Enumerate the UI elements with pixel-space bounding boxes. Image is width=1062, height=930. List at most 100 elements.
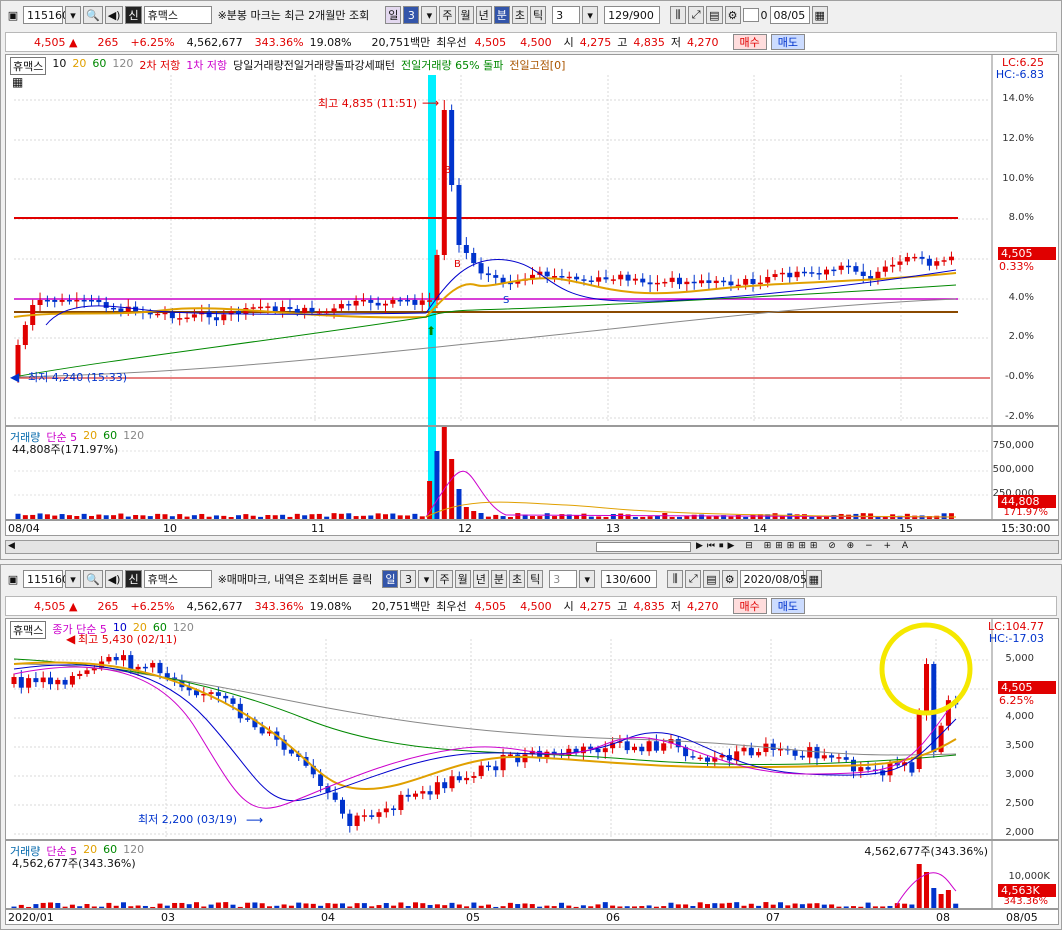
period-tick[interactable]: 틱 (530, 6, 547, 24)
stock-name-field[interactable]: 휴맥스 (143, 6, 212, 24)
interval-dropdown[interactable]: ▾ (579, 570, 596, 588)
date-input[interactable]: 08/05 (769, 6, 810, 24)
top-scrollbar[interactable]: ◀ ▶⏮⏹▶ ⊟ ⊞⊞⊞⊞⊞ ⊘ ⊕ − + A (5, 540, 1059, 554)
vol-bar-106 (785, 905, 791, 908)
vol-bar-72 (544, 513, 550, 519)
checkbox[interactable] (742, 8, 759, 22)
scroll-thumb[interactable] (596, 542, 691, 552)
vol-value-label: 44,808주(171.97%) (12, 443, 119, 456)
bottom-price-chart[interactable]: ◀ ⟶ 휴맥스 종가 단순 5 10 20 60 120 LC:104.77 HC… (5, 618, 1059, 840)
scroll-controls[interactable]: ▶⏮⏹▶ ⊟ ⊞⊞⊞⊞⊞ ⊘ ⊕ − + A (696, 541, 912, 551)
period-dropdown[interactable]: ▾ (418, 570, 435, 588)
y-tick-6: 2,000 (1005, 827, 1034, 838)
period-second[interactable]: 초 (511, 6, 528, 24)
calendar-icon[interactable]: ▦ (805, 570, 823, 588)
save-icon[interactable]: ▤ (703, 570, 720, 588)
candle-body-9 (77, 673, 83, 676)
vol-bar-79 (588, 906, 594, 908)
vol-bar-9 (81, 513, 87, 519)
period-day[interactable]: 일 (382, 570, 399, 588)
vol-bar-3 (37, 513, 43, 519)
change-amount: 265 (97, 599, 119, 613)
stock-code-input[interactable]: 115160 (23, 6, 69, 24)
line-tool-icon[interactable]: ⤢ (685, 570, 702, 588)
line-tool-icon[interactable]: ⤢ (688, 6, 705, 24)
date-input[interactable]: 2020/08/05 (739, 570, 807, 588)
vol-bar-75 (559, 902, 564, 908)
vol-bar-66 (500, 516, 506, 519)
sell-button[interactable]: 매도 (770, 598, 806, 614)
period-second[interactable]: 초 (508, 570, 526, 588)
interval-input[interactable]: 3 (552, 6, 581, 24)
candle-body-6 (59, 300, 65, 302)
bottom-volume-chart[interactable]: 거래량 단순 5 20 60 120 4,562,677주(343.36%) 4… (5, 840, 1059, 909)
gear-icon[interactable]: ⚙ (724, 6, 741, 24)
period-year[interactable]: 년 (472, 570, 489, 588)
buy-button[interactable]: 매수 (732, 34, 767, 50)
candle-body-5 (48, 677, 53, 685)
candle-body-65 (486, 765, 491, 768)
period-month[interactable]: 월 (454, 570, 471, 588)
period-month[interactable]: 월 (457, 6, 474, 24)
legend-stock-name[interactable]: 휴맥스 (10, 621, 47, 639)
vol-bar-23 (184, 516, 190, 519)
interval-input[interactable]: 3 (549, 570, 578, 588)
vol-bar-99 (734, 902, 740, 908)
period-day[interactable]: 일 (385, 6, 402, 24)
vol-bar-81 (602, 902, 608, 908)
period-minute[interactable]: 분 (490, 570, 507, 588)
sell-mark-s: S (503, 295, 509, 306)
notice-text: ※분봉 마크는 최근 2개월만 조회 (217, 9, 370, 22)
period-multiplier[interactable]: 3 (403, 6, 420, 24)
code-dropdown-button[interactable]: ▾ (65, 570, 81, 588)
buy-button[interactable]: 매수 (732, 598, 767, 614)
period-year[interactable]: 년 (475, 6, 492, 24)
candle-body-110 (814, 747, 820, 759)
stock-code-input[interactable]: 115160 (23, 570, 69, 588)
up-arrow-mark: ⬆ (426, 324, 436, 338)
count-field[interactable]: 130/600 (601, 570, 658, 588)
speaker-icon[interactable]: ◀) (104, 6, 124, 24)
stock-name-field[interactable]: 휴맥스 (143, 570, 212, 588)
gear-icon[interactable]: ⚙ (721, 570, 738, 588)
period-minute[interactable]: 분 (493, 6, 510, 24)
candle-body-33 (258, 306, 264, 309)
scroll-left-icon[interactable]: ◀ (8, 541, 15, 551)
code-dropdown-button[interactable]: ▾ (65, 6, 81, 24)
sell-button[interactable]: 매도 (770, 34, 806, 50)
save-icon[interactable]: ▤ (706, 6, 723, 24)
vol-bar-88 (653, 906, 659, 908)
search-icon[interactable]: 🔍 (83, 570, 103, 588)
search-icon[interactable]: 🔍 (83, 6, 103, 24)
period-week[interactable]: 주 (436, 570, 453, 588)
vol-bar-97 (728, 516, 734, 519)
vol-bar-34 (265, 515, 271, 519)
high-label: 고 (617, 36, 628, 49)
top-price-chart[interactable]: B B S ⬆ ◀ ⟶ 휴맥스 10 20 60 120 2차 저항 1차 저항 당일거래… (5, 54, 1059, 426)
candle-body-99 (743, 278, 749, 285)
vol-bar-51 (390, 513, 396, 519)
candle-body-104 (770, 743, 776, 750)
window-icon[interactable]: ▣ (5, 6, 21, 24)
candle-body-63 (478, 263, 484, 274)
candle-settings-icon[interactable]: ⫼ (667, 570, 684, 588)
vol-bar-44 (332, 903, 338, 908)
period-week[interactable]: 주 (439, 6, 456, 24)
vol-bar-27 (213, 515, 219, 519)
interval-dropdown[interactable]: ▾ (582, 6, 599, 24)
period-tick[interactable]: 틱 (527, 570, 544, 588)
speaker-icon[interactable]: ◀) (104, 570, 124, 588)
window-icon[interactable]: ▣ (5, 570, 21, 588)
top-volume-chart[interactable]: 거래량 단순 5 20 60 120 44,808주(171.97%) 750,… (5, 426, 1059, 520)
legend-stock-name[interactable]: 휴맥스 (10, 57, 47, 75)
candle-body-102 (756, 752, 762, 756)
period-multiplier[interactable]: 3 (400, 570, 417, 588)
period-dropdown[interactable]: ▾ (421, 6, 438, 24)
candle-body-88 (653, 741, 659, 751)
vol-bar-115 (851, 906, 856, 908)
table-icon[interactable]: ▦ (12, 75, 23, 89)
count-field[interactable]: 129/900 (604, 6, 661, 24)
candle-body-89 (661, 743, 667, 751)
calendar-icon[interactable]: ▦ (811, 6, 828, 24)
candle-settings-icon[interactable]: ⫼ (670, 6, 687, 24)
